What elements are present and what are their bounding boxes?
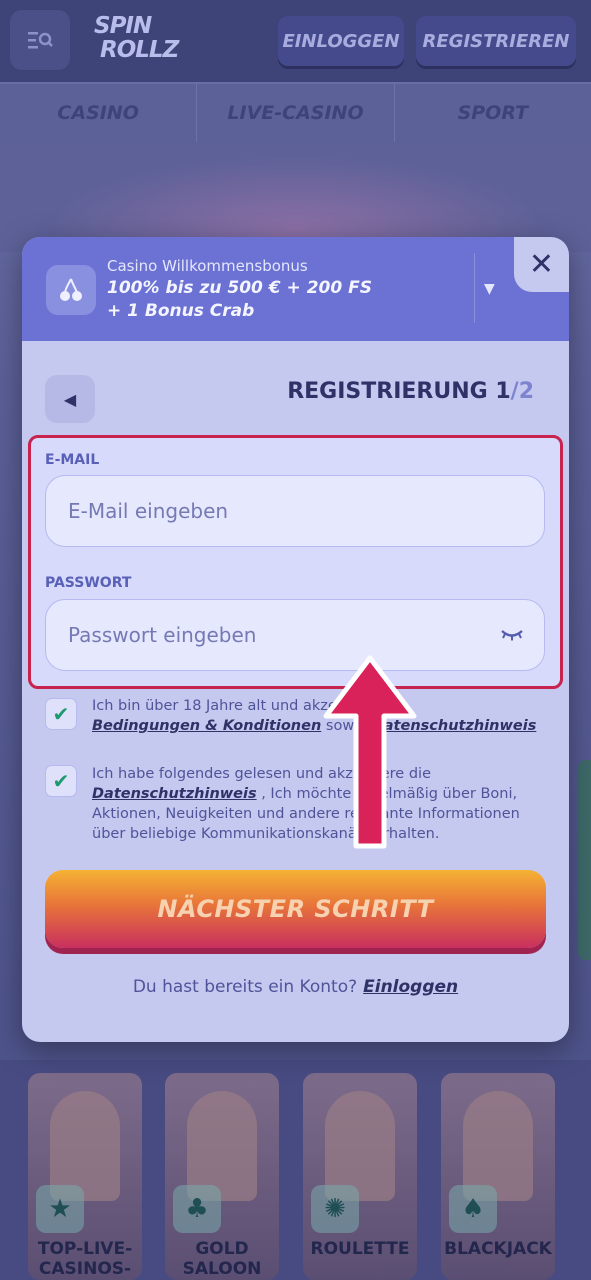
game-card[interactable]: ★ TOP-LIVE-CASINOS- (28, 1073, 142, 1280)
menu-search-icon (28, 32, 53, 49)
registration-modal: Casino Willkommensbonus 100% bis zu 500 … (22, 237, 569, 1042)
privacy-link[interactable]: Datenschutzhinweis (92, 786, 257, 802)
roulette-icon: ✺ (311, 1185, 359, 1233)
registration-step-title: REGISTRIERUNG 1/2 (287, 379, 534, 404)
game-name: BLACKJACK (444, 1239, 552, 1259)
login-link[interactable]: Einloggen (363, 977, 458, 997)
game-name: GOLD SALOON (182, 1239, 262, 1279)
star-icon: ★ (36, 1185, 84, 1233)
email-label: E-MAIL (45, 452, 100, 468)
close-icon[interactable]: ✕ (514, 237, 569, 292)
hero-banner (0, 142, 591, 252)
brand-logo[interactable]: SPIN ROLLZ (94, 14, 186, 68)
nav-item-sport[interactable]: SPORT (395, 84, 591, 142)
game-card[interactable]: ♣ GOLD SALOON (165, 1073, 279, 1280)
nav-item-casino[interactable]: CASINO (0, 84, 198, 142)
terms-checkbox[interactable]: ✔ (45, 698, 77, 730)
arrow-left-icon: ◀ (63, 389, 77, 409)
marketing-checkbox[interactable]: ✔ (45, 765, 77, 797)
annotation-arrow (323, 655, 417, 849)
spade-icon: ♠ (449, 1185, 497, 1233)
password-label: PASSWORT (45, 575, 132, 591)
side-promo-card (578, 760, 591, 960)
eye-closed-icon[interactable] (500, 628, 524, 646)
password-field[interactable] (45, 599, 545, 671)
email-field[interactable] (45, 475, 545, 547)
divider (474, 253, 475, 323)
bonus-selector[interactable]: Casino Willkommensbonus 100% bis zu 500 … (22, 237, 569, 341)
menu-search-button[interactable] (10, 10, 70, 70)
top-bar: SPIN ROLLZ EINLOGGEN REGISTRIEREN (0, 0, 591, 82)
game-name: TOP-LIVE-CASINOS- (37, 1239, 133, 1279)
header-login-button[interactable]: EINLOGGEN (278, 16, 404, 66)
header-register-button[interactable]: REGISTRIEREN (416, 16, 576, 66)
bonus-title: Casino Willkommensbonus (107, 257, 308, 275)
have-account-text: Du hast bereits ein Konto? Einloggen (132, 977, 459, 997)
checkmark-icon: ✔ (52, 702, 70, 726)
game-card[interactable]: ♠ BLACKJACK (441, 1073, 555, 1280)
game-card[interactable]: ✺ ROULETTE (303, 1073, 417, 1280)
nav-item-live-casino[interactable]: LIVE-CASINO (197, 84, 395, 142)
bonus-text: 100% bis zu 500 € + 200 FS + 1 Bonus Cra… (107, 278, 372, 321)
next-step-button[interactable]: NÄCHSTER SCHRITT (45, 870, 546, 948)
main-nav: CASINO LIVE-CASINO SPORT (0, 84, 591, 142)
checkmark-icon: ✔ (52, 769, 70, 793)
club-icon: ♣ (173, 1185, 221, 1233)
chevron-down-icon[interactable]: ▼ (484, 281, 495, 297)
game-name: ROULETTE (310, 1239, 410, 1259)
cherry-icon (46, 265, 96, 315)
back-button[interactable]: ◀ (45, 375, 95, 423)
terms-link[interactable]: Bedingungen & Konditionen (92, 718, 321, 734)
